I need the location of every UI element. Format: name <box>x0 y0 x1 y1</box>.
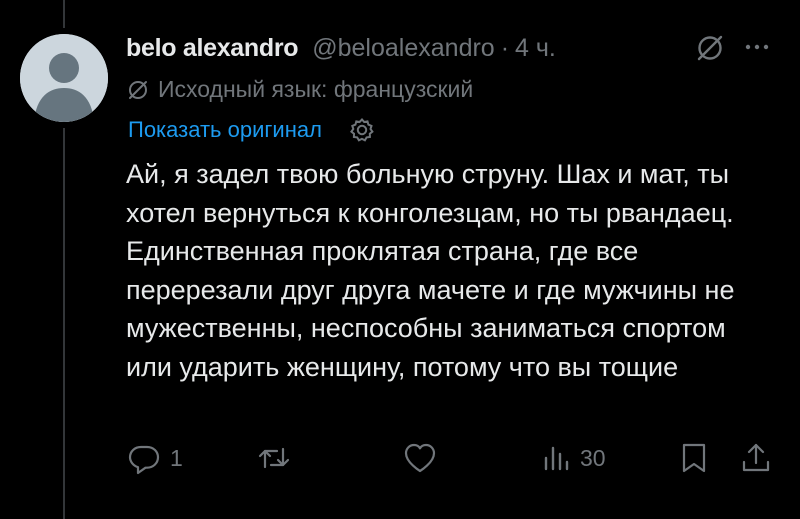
action-bar: 1 30 <box>126 440 776 480</box>
default-avatar-icon <box>20 34 108 122</box>
tweet-text: Ай, я задел твою больную струну. Шах и м… <box>126 159 735 382</box>
thread-line-bottom <box>63 128 65 519</box>
share-icon <box>738 440 774 476</box>
show-original-row: Показать оригинал <box>128 116 376 144</box>
share-button[interactable] <box>738 440 774 476</box>
tweet-time[interactable]: 4 ч. <box>515 34 556 63</box>
more-icon[interactable] <box>742 32 772 62</box>
views-count: 30 <box>580 444 606 471</box>
separator-dot: · <box>500 33 510 62</box>
retweet-icon <box>256 440 292 476</box>
reply-button[interactable]: 1 <box>126 440 183 476</box>
reply-icon <box>126 440 162 476</box>
source-language: Исходный язык: французский <box>126 76 473 103</box>
reply-count: 1 <box>170 444 183 471</box>
gear-icon[interactable] <box>348 116 376 144</box>
views-icon <box>540 440 572 476</box>
source-language-label: Исходный язык: французский <box>158 76 474 102</box>
tweet-header: belo alexandro @beloalexandro · 4 ч. <box>126 30 780 66</box>
translate-icon <box>126 78 150 102</box>
author-handle[interactable]: @beloalexandro <box>312 34 494 63</box>
like-button[interactable] <box>402 440 446 476</box>
bookmark-button[interactable] <box>678 440 710 476</box>
heart-icon <box>402 440 438 476</box>
avatar[interactable] <box>20 34 108 122</box>
grok-icon[interactable] <box>694 32 726 64</box>
author-name[interactable]: belo alexandro <box>126 34 299 63</box>
thread-line-top <box>63 0 65 28</box>
views-button[interactable]: 30 <box>540 440 606 476</box>
bookmark-icon <box>678 440 710 476</box>
retweet-button[interactable] <box>256 440 300 476</box>
show-original-link[interactable]: Показать оригинал <box>128 117 322 143</box>
